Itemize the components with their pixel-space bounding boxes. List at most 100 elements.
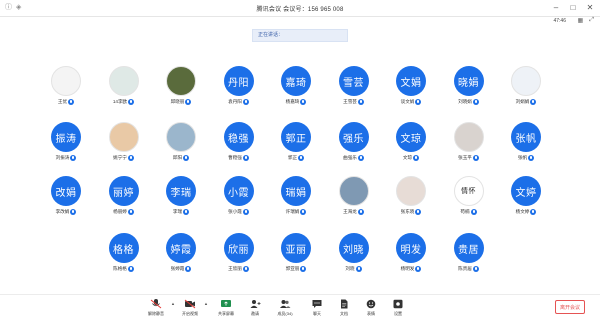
participant-tile[interactable]: 丹阳 袁丹阳 (212, 66, 266, 114)
participant-name-line: 张玉平 (442, 155, 496, 161)
participant-avatar: 文琼 (396, 122, 426, 152)
participant-tile[interactable]: 李瑞 李瑞 (154, 176, 208, 224)
participant-tile[interactable]: 刘晓 刘晓 (327, 233, 381, 281)
shield-icon[interactable]: ◈ (16, 4, 23, 11)
participant-name: 曹稳强 (228, 155, 242, 160)
participant-tile[interactable]: 情怀 苟楠 (442, 176, 496, 224)
participant-tile[interactable]: 振涛 刘振涛 (39, 122, 93, 170)
participant-tile[interactable]: 明发 杨明发 (384, 233, 438, 281)
participant-name-line: 邱阳 (154, 155, 208, 161)
participant-name-line: 袁丹阳 (212, 99, 266, 105)
participant-name: 许瑞娟 (285, 209, 300, 214)
mute-button[interactable]: 解除静音 (141, 299, 171, 317)
participant-name-line: 王海龙 (327, 209, 381, 215)
participant-name-line: 许瑞娟 (269, 209, 323, 215)
participant-tile[interactable]: 欣丽王欣丽 (212, 233, 266, 281)
members-icon (280, 300, 291, 308)
participant-tile[interactable]: 王海龙 (327, 176, 381, 224)
docs-label: 文档 (340, 311, 348, 316)
docs-button[interactable]: 文档 (329, 299, 359, 317)
participant-name-line: 刘娟娟 (499, 99, 553, 105)
participant-name-line: 王优 (39, 99, 93, 105)
participant-tile[interactable]: 张东晓 (384, 176, 438, 224)
participant-tile[interactable]: 嘉琦 杨嘉琦 (269, 66, 323, 114)
participant-name-line: 李瑞 (154, 209, 208, 215)
mic-status-icon (127, 266, 134, 272)
participant-tile[interactable]: 格格 陈格格 (97, 233, 151, 281)
layout-icon[interactable]: ▦ (578, 17, 584, 24)
participant-tile[interactable]: 婷霞 张婷霞 (154, 233, 208, 281)
participant-avatar: 婷霞 (166, 233, 196, 263)
participant-name-line: 刘振涛 (39, 155, 93, 161)
mic-status-icon (357, 155, 364, 161)
participant-tile[interactable]: 张玉平 (442, 122, 496, 170)
participant-name-line: 谈文娟 (384, 99, 438, 105)
invite-button[interactable]: 邀请 (240, 299, 270, 317)
video-options-caret-icon[interactable]: ▲ (204, 301, 208, 306)
maximize-icon[interactable]: □ (569, 3, 577, 13)
participant-tile[interactable]: 瑞娟 许瑞娟 (269, 176, 323, 224)
mic-status-icon (528, 155, 535, 161)
participant-tile[interactable]: 14李欧 (97, 66, 151, 114)
participant-name-line: 邱晓丽 (154, 99, 208, 105)
participant-avatar: 嘉琦 (281, 66, 311, 96)
participant-tile[interactable]: 郭正 郭正 (269, 122, 323, 170)
participant-tile[interactable]: 姚宁宁 (97, 122, 151, 170)
participant-tile[interactable]: 小霞张小霞 (212, 176, 266, 224)
participant-name: 张玉平 (458, 155, 472, 160)
participant-name: 张小霞 (228, 209, 242, 214)
members-button[interactable]: 成员(34) (270, 299, 300, 317)
close-icon[interactable]: ✕ (586, 3, 594, 13)
participant-avatar: 雪芸 (338, 66, 369, 96)
mic-status-icon (70, 209, 77, 215)
participant-tile[interactable]: 晓娟 刘晓娟 (442, 66, 496, 114)
participant-tile[interactable]: 张帆 张帆 (499, 122, 553, 170)
participant-tile[interactable]: 丽婷 杨丽婷 (97, 176, 151, 224)
mic-status-icon (530, 99, 537, 105)
info-icon[interactable]: ⓘ (5, 4, 12, 11)
mic-status-icon (357, 99, 364, 105)
chat-button[interactable]: 聊天 (302, 299, 332, 317)
video-button[interactable]: 开启视频 (175, 299, 205, 317)
participant-tile[interactable]: 文琼 文琼 (384, 122, 438, 170)
participant-name-line: 张小霞 (212, 209, 266, 215)
participant-tile[interactable]: 刘娟娟 (499, 66, 553, 114)
participant-name-line: 郭亚丽 (269, 266, 323, 272)
settings-button[interactable]: 设置 (383, 299, 413, 317)
participant-tile[interactable]: 文娟谈文娟 (384, 66, 438, 114)
participant-avatar: 文娟 (396, 66, 426, 96)
mic-status-icon (185, 99, 192, 105)
reactions-button[interactable]: 表情 (356, 299, 386, 317)
fullscreen-icon[interactable]: ⤢ (589, 17, 594, 24)
participant-tile[interactable]: 改娟 李改娟 (39, 176, 93, 224)
mute-label: 解除静音 (148, 311, 164, 316)
participant-name: 曲强乐 (343, 155, 357, 160)
participant-avatar: 欣丽 (223, 233, 254, 263)
participant-name: 王欣丽 (228, 266, 242, 271)
participant-tile[interactable]: 雪芸 王雪芸 (327, 66, 381, 114)
participant-avatar: 小霞 (223, 176, 254, 206)
participant-name-line: 张婷霞 (154, 266, 208, 272)
participant-avatar (396, 176, 426, 206)
participant-avatar (108, 122, 139, 152)
participant-name: 郭亚丽 (285, 266, 300, 271)
minimize-icon[interactable]: – (552, 3, 560, 13)
participant-name: 杨明发 (400, 266, 415, 271)
participant-name: 谈文娟 (400, 99, 415, 104)
participant-tile[interactable]: 强乐 曲强乐 (327, 122, 381, 170)
participant-avatar: 晓娟 (453, 66, 484, 96)
participant-tile[interactable]: 文婷 杨文婷 (499, 176, 553, 224)
participant-name-line: 陈格格 (97, 266, 151, 272)
participant-name: 王优 (57, 99, 68, 104)
participant-tile[interactable]: 亚丽 郭亚丽 (269, 233, 323, 281)
leave-meeting-button[interactable]: 离开会议 (555, 300, 585, 314)
share-screen-button[interactable]: 共享屏幕 (211, 299, 241, 317)
participant-tile[interactable]: 王优 (39, 66, 93, 114)
participant-name-line: 刘晓 (327, 266, 381, 272)
participant-tile[interactable]: 邱阳 (154, 122, 208, 170)
mic-status-icon (127, 209, 134, 215)
participant-tile[interactable]: 邱晓丽 (154, 66, 208, 114)
participant-name-line: 苟楠 (442, 209, 496, 215)
participant-tile[interactable]: 稳强 曹稳强 (212, 122, 266, 170)
participant-tile[interactable]: 贵居 陈贵居 (442, 233, 496, 281)
